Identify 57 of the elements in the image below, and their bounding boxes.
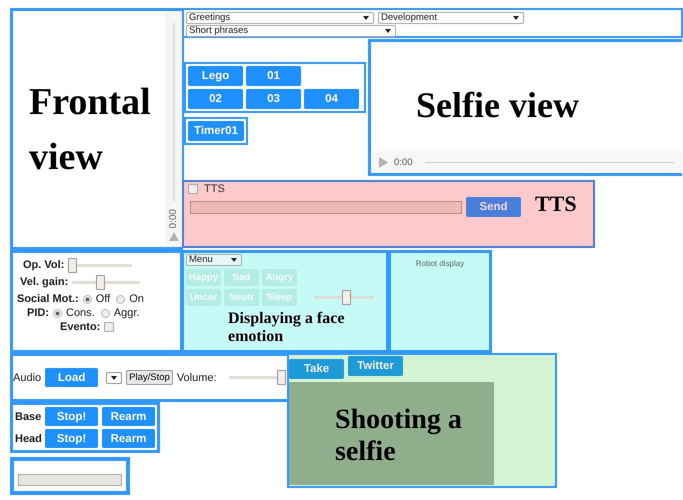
rearm-button[interactable]: Rearm <box>102 407 155 426</box>
tts-label: TTS <box>535 191 577 217</box>
selfie-button[interactable]: Take <box>289 359 344 379</box>
robot-display-title: Robot display <box>414 259 466 268</box>
caret-icon <box>363 16 369 20</box>
video-time: 0:00 <box>168 208 179 228</box>
rearm-button[interactable]: Rearm <box>102 429 155 448</box>
checkbox-label: TTS <box>204 183 225 195</box>
stop-button[interactable]: Stop! <box>45 407 98 426</box>
menu-dropdown[interactable]: Menu <box>186 254 242 266</box>
quick-button[interactable]: Lego <box>188 66 243 86</box>
quick-button[interactable]: 02 <box>188 89 243 109</box>
play-stop-button[interactable]: Play/Stop <box>126 370 173 385</box>
timer-button[interactable]: Timer01 <box>188 121 244 141</box>
option-label: Off <box>96 293 110 305</box>
selfie-button[interactable]: Twitter <box>348 356 403 376</box>
option-label: On <box>129 293 144 305</box>
quick-button[interactable]: 03 <box>246 89 301 109</box>
dropdown[interactable]: Development <box>378 12 524 24</box>
frontal-view-label: Frontal view <box>28 80 152 180</box>
slider-label: Op. Vol: <box>23 259 64 271</box>
play-icon <box>168 232 178 241</box>
radio-button[interactable] <box>53 308 62 318</box>
selfie-view-label: Selfie view <box>415 84 580 127</box>
dropdown[interactable] <box>106 372 122 384</box>
caret-icon <box>111 376 118 380</box>
radio-button[interactable] <box>82 294 92 304</box>
checkbox[interactable] <box>188 184 198 194</box>
caret-icon <box>231 258 237 262</box>
text-field[interactable] <box>18 474 122 486</box>
audio-label: Audio <box>13 372 42 384</box>
selfie-label: Shooting a selfie <box>335 404 463 468</box>
caret-icon <box>513 16 519 20</box>
text-field[interactable] <box>190 200 462 214</box>
motor-label: Head <box>15 432 41 444</box>
load-button[interactable]: Load <box>45 368 98 387</box>
radio-button[interactable] <box>100 308 110 318</box>
slider-label: Vel. gain: <box>20 276 68 288</box>
option-label: Cons. <box>66 307 95 319</box>
checkbox[interactable] <box>104 322 114 332</box>
checkbox-label: Evento: <box>60 321 100 333</box>
quick-button[interactable]: 04 <box>304 89 359 109</box>
play-icon <box>379 156 388 168</box>
volume-label: Volume: <box>176 372 217 384</box>
quick-button[interactable]: 01 <box>246 66 301 86</box>
send-button[interactable]: Send <box>466 197 521 217</box>
dropdown[interactable]: Greetings <box>186 12 374 24</box>
radio-label: Social Mot.: <box>17 293 79 305</box>
radio-label: PID: <box>27 307 49 319</box>
motor-label: Base <box>15 410 41 422</box>
audio-time: 0:00 <box>394 156 412 168</box>
emotion-label: Displaying a face emotion <box>228 310 346 346</box>
caret-icon <box>385 29 391 33</box>
option-label: Aggr. <box>114 307 140 319</box>
stop-button[interactable]: Stop! <box>45 429 98 448</box>
radio-button[interactable] <box>116 294 126 304</box>
dropdown[interactable]: Short phrases <box>186 25 396 37</box>
